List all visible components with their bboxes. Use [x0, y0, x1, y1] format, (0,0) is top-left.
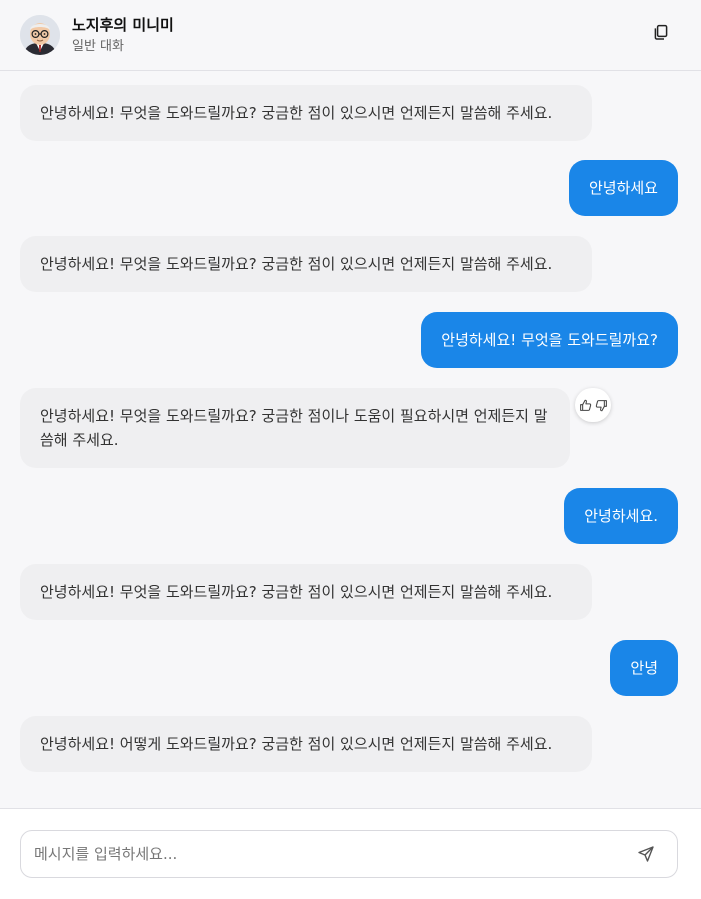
message-input[interactable] [21, 831, 621, 877]
message-feedback [575, 388, 611, 422]
thumbs-up-button[interactable] [579, 399, 592, 412]
message-composer [0, 808, 701, 899]
page-title: 노지후의 미니미 [72, 16, 174, 34]
bot-message: 안녕하세요! 무엇을 도와드릴까요? 궁금한 점이 있으시면 언제든지 말씀해 … [20, 236, 592, 292]
bot-message: 안녕하세요! 무엇을 도와드릴까요? 궁금한 점이나 도움이 필요하시면 언제든… [20, 388, 570, 468]
user-message: 안녕하세요 [568, 160, 678, 216]
user-message: 안녕하세요! 무엇을 도와드릴까요? [421, 312, 678, 368]
thumbs-up-icon [579, 399, 591, 411]
bot-message: 안녕하세요! 무엇을 도와드릴까요? 궁금한 점이 있으시면 언제든지 말씀해 … [20, 85, 592, 141]
user-message: 안녕하세요. [564, 488, 678, 544]
avatar-glasses-man-icon [20, 15, 60, 55]
thumbs-down-button[interactable] [595, 399, 608, 412]
avatar [20, 15, 60, 55]
user-message: 안녕 [610, 640, 678, 696]
copy-icon [654, 24, 668, 40]
send-button[interactable] [637, 845, 655, 863]
bot-message: 안녕하세요! 무엇을 도와드릴까요? 궁금한 점이 있으시면 언제든지 말씀해 … [20, 564, 592, 620]
chat-app: 노지후의 미니미 일반 대화 안녕하세요! 무엇을 도와드릴까요? 궁금한 점이… [0, 0, 701, 899]
message-list: 안녕하세요! 무엇을 도와드릴까요? 궁금한 점이 있으시면 언제든지 말씀해 … [0, 71, 701, 808]
bot-message: 안녕하세요! 어떻게 도와드릴까요? 궁금한 점이 있으시면 언제든지 말씀해 … [20, 716, 592, 772]
conversation-type-label: 일반 대화 [72, 39, 124, 54]
send-icon [638, 846, 654, 862]
chat-header: 노지후의 미니미 일반 대화 [0, 0, 701, 71]
copy-button[interactable] [651, 22, 671, 42]
message-input-container [20, 830, 678, 878]
thumbs-down-icon [595, 399, 607, 411]
